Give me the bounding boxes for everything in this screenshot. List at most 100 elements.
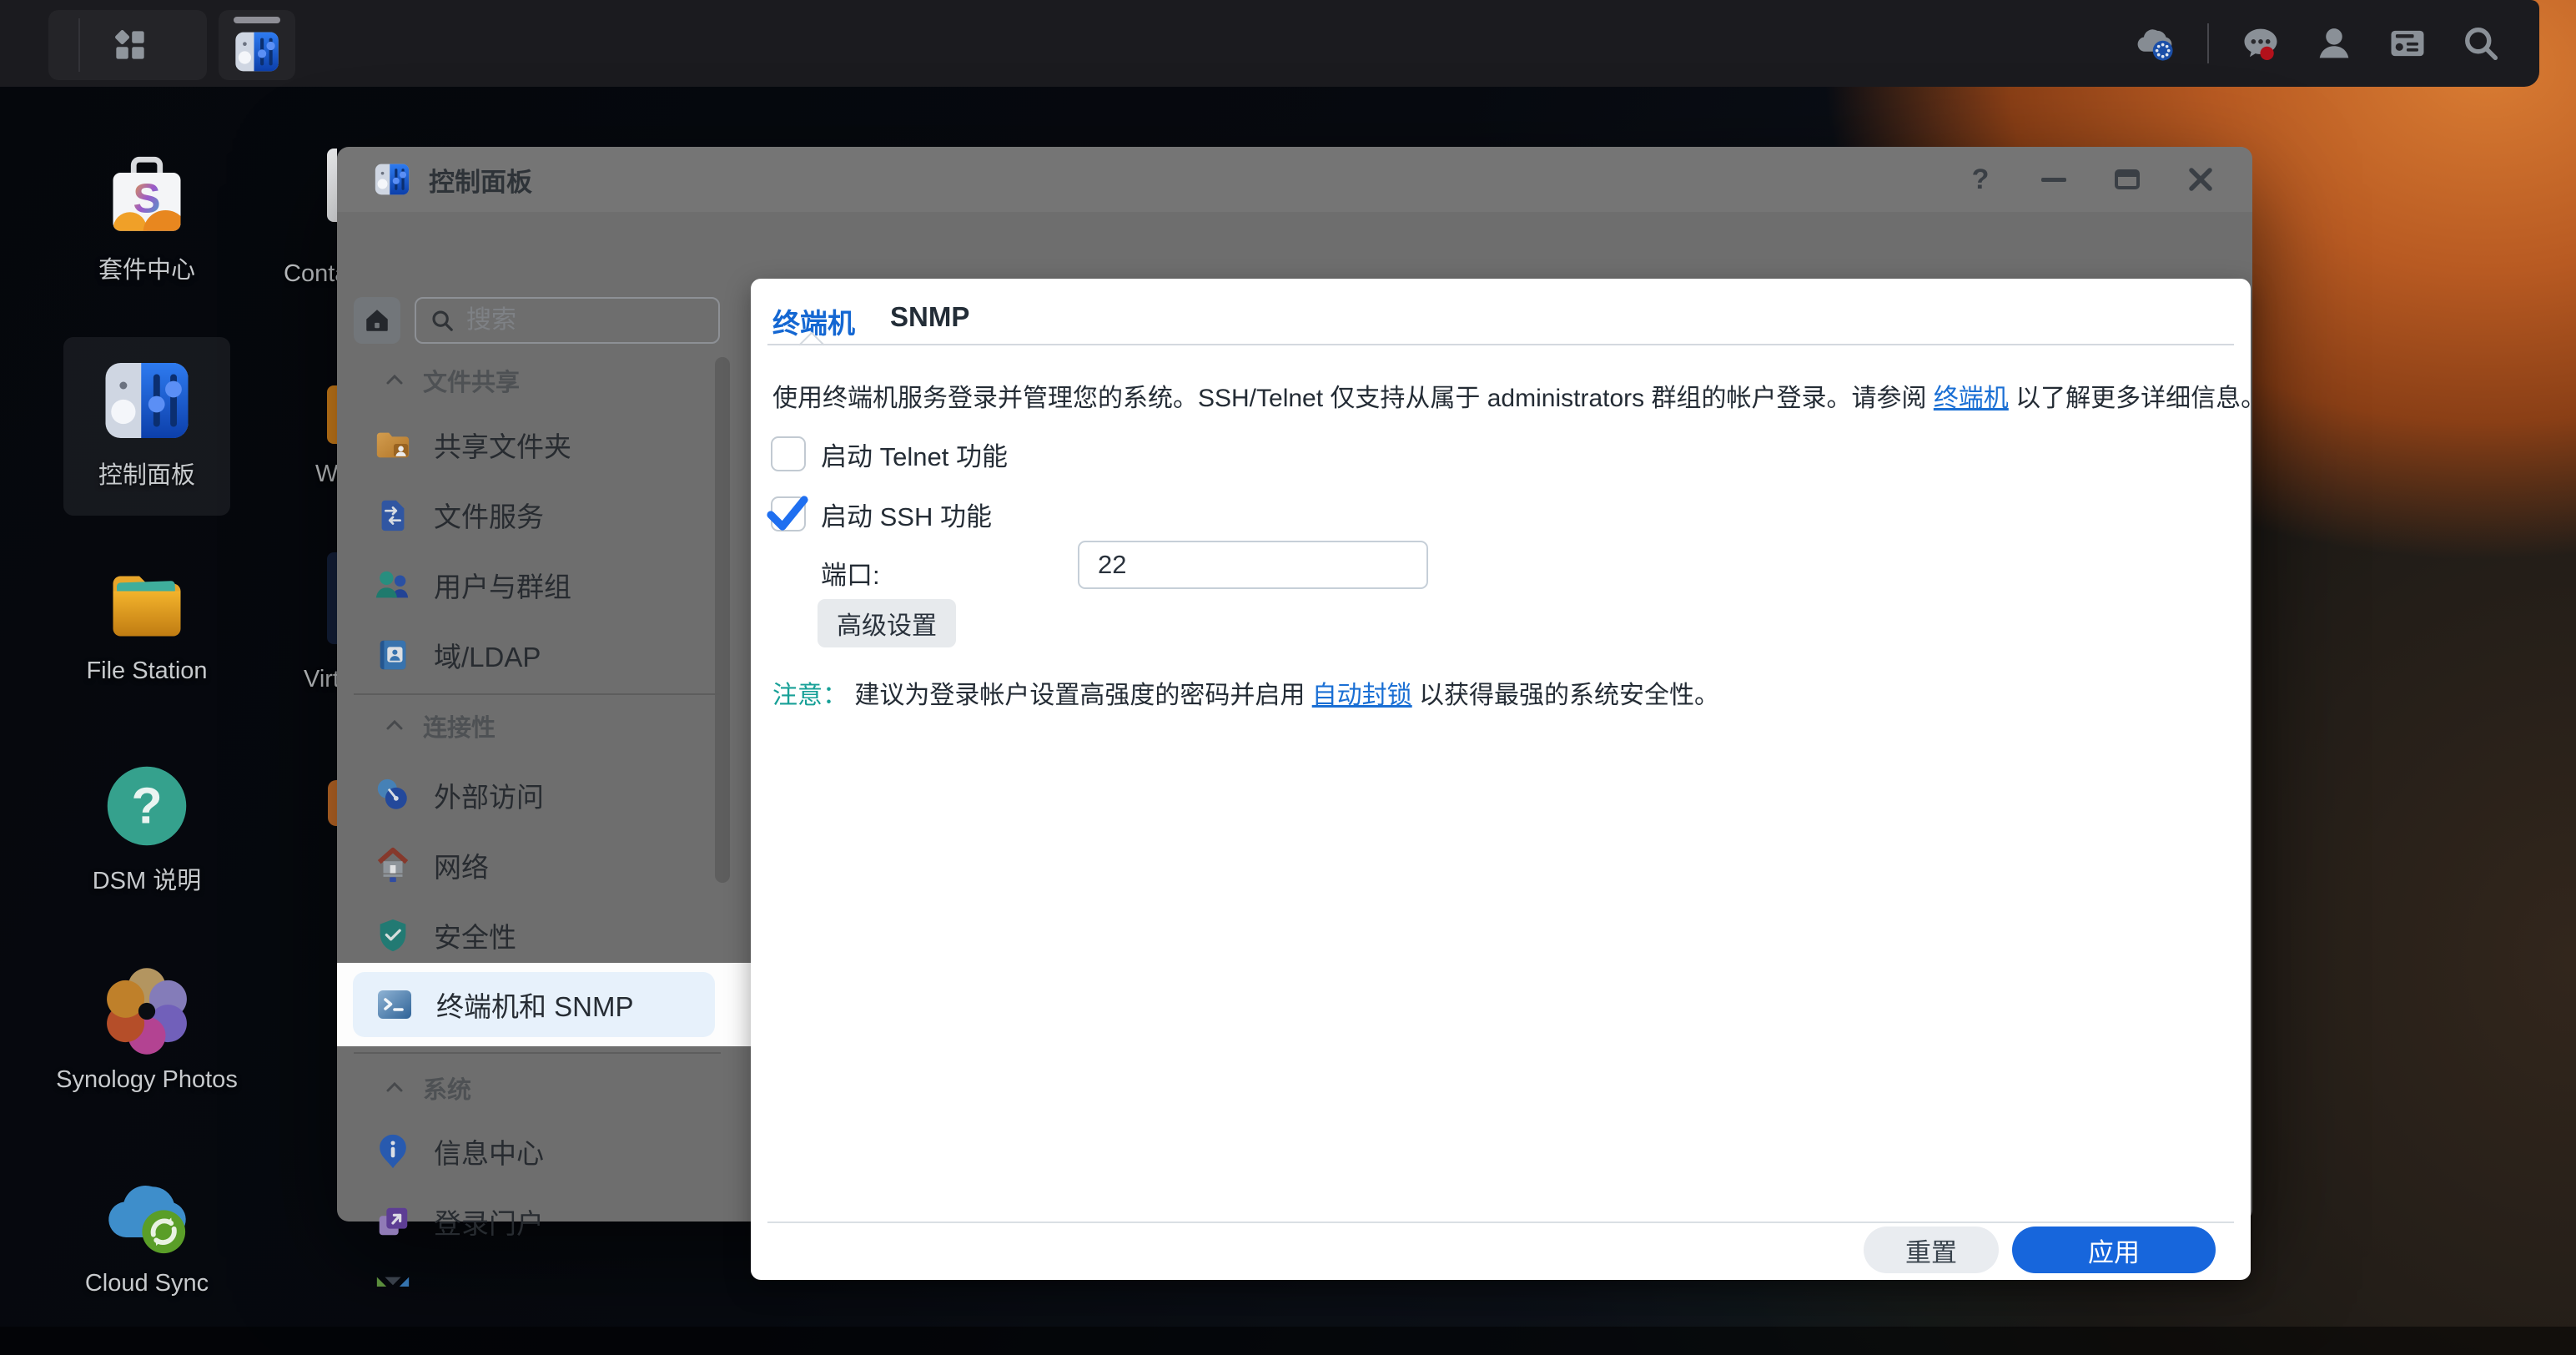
sidebar-section-file-sharing[interactable]: 文件共享 bbox=[337, 364, 751, 397]
ssh-checkbox-label: 启动 SSH 功能 bbox=[821, 496, 992, 533]
user-group-icon bbox=[374, 566, 412, 604]
dsm-help-icon: ? bbox=[102, 761, 192, 851]
taskbar-control-panel-button[interactable] bbox=[219, 10, 295, 80]
search-button[interactable] bbox=[2459, 22, 2503, 65]
footer-divider bbox=[767, 1222, 2234, 1223]
window-titlebar[interactable]: 控制面板 ? bbox=[337, 147, 2252, 212]
ssh-checkbox[interactable] bbox=[771, 496, 806, 531]
network-icon bbox=[374, 846, 412, 884]
desktop-icon-label-fragment: W bbox=[315, 461, 337, 488]
desktop-icon-package-center[interactable]: S 套件中心 bbox=[47, 150, 247, 285]
sidebar-divider bbox=[354, 1052, 721, 1054]
desktop-icon-control-panel[interactable]: 控制面板 bbox=[47, 355, 247, 491]
control-panel-window: 控制面板 ? bbox=[337, 147, 2252, 1222]
home-icon bbox=[363, 306, 391, 335]
desktop-screen: S 套件中心 控制面板 File Station ? DSM 说明 bbox=[0, 0, 2576, 1355]
sidebar-search bbox=[415, 297, 720, 344]
ssh-port-input[interactable] bbox=[1078, 541, 1428, 589]
sidebar-selected-band: 终端机和 SNMP bbox=[337, 963, 751, 1046]
taskbar bbox=[0, 0, 2539, 87]
tab-snmp[interactable]: SNMP bbox=[890, 301, 969, 341]
info-center-icon bbox=[374, 1132, 412, 1171]
telnet-checkbox-row: 启动 Telnet 功能 bbox=[771, 431, 1008, 477]
sidebar-item-info-center[interactable]: 信息中心 bbox=[337, 1128, 751, 1175]
file-station-icon bbox=[102, 557, 192, 647]
login-portal-icon bbox=[374, 1202, 412, 1241]
chevron-up-icon bbox=[385, 716, 405, 736]
desktop-icon-dsm-help[interactable]: ? DSM 说明 bbox=[47, 761, 247, 896]
terminal-help-link[interactable]: 终端机 bbox=[1934, 385, 2009, 412]
window-body: 文件共享 共享文件夹 bbox=[337, 212, 2252, 1222]
terminal-description: 使用终端机服务登录并管理您的系统。SSH/Telnet 仅支持从属于 admin… bbox=[772, 377, 2266, 414]
reset-button[interactable]: 重置 bbox=[1864, 1227, 1999, 1273]
window-title: 控制面板 bbox=[429, 161, 532, 199]
notification-badge bbox=[2260, 47, 2273, 60]
telnet-checkbox[interactable] bbox=[771, 436, 806, 471]
control-panel-sidebar: 文件共享 共享文件夹 bbox=[337, 277, 751, 1287]
tab-divider bbox=[767, 344, 2234, 345]
main-menu-button[interactable] bbox=[48, 10, 207, 80]
desktop-icon-file-station[interactable]: File Station bbox=[47, 557, 247, 685]
sidebar-item-terminal-snmp[interactable]: 终端机和 SNMP bbox=[353, 972, 715, 1037]
shared-folder-icon bbox=[374, 426, 412, 464]
sidebar-item-external-access[interactable]: 外部访问 bbox=[337, 772, 751, 819]
advanced-settings-button[interactable]: 高级设置 bbox=[818, 599, 956, 647]
sidebar-item-login-portal[interactable]: 登录门户 bbox=[337, 1198, 751, 1245]
svg-text:?: ? bbox=[131, 777, 162, 834]
desktop-icon-label: DSM 说明 bbox=[47, 861, 247, 896]
sidebar-item-network[interactable]: 网络 bbox=[337, 842, 751, 889]
desktop-icon-sliver bbox=[327, 385, 337, 444]
sidebar-item-user-group[interactable]: 用户与群组 bbox=[337, 562, 751, 608]
ssh-checkbox-row: 启动 SSH 功能 bbox=[771, 491, 992, 537]
chevron-up-icon bbox=[385, 370, 405, 390]
widgets-icon bbox=[2386, 19, 2429, 68]
tray-divider bbox=[2207, 23, 2209, 63]
sidebar-item-shared-folder[interactable]: 共享文件夹 bbox=[337, 421, 751, 468]
desktop-icon-label-fragment: Conta bbox=[284, 260, 340, 288]
content-panel: 终端机 SNMP 使用终端机服务登录并管理您的系统。SSH/Telnet 仅支持… bbox=[751, 279, 2251, 1280]
security-shield-icon bbox=[374, 916, 412, 955]
desktop-icon-label-fragment: Virt bbox=[304, 666, 337, 693]
sidebar-item-domain-ldap[interactable]: 域/LDAP bbox=[337, 632, 751, 678]
port-label: 端口: bbox=[821, 554, 880, 592]
domain-ldap-icon bbox=[374, 636, 412, 674]
chevron-up-icon bbox=[385, 1078, 405, 1098]
auto-block-link[interactable]: 自动封锁 bbox=[1312, 682, 1412, 709]
file-services-icon bbox=[374, 496, 412, 534]
apply-button[interactable]: 应用 bbox=[2012, 1227, 2216, 1273]
close-button[interactable] bbox=[2182, 161, 2219, 198]
notifications-button[interactable] bbox=[2239, 22, 2282, 65]
maximize-button[interactable] bbox=[2109, 161, 2146, 198]
maximize-icon bbox=[2115, 169, 2140, 189]
control-panel-icon bbox=[102, 355, 192, 446]
desktop-icon-cloud-sync[interactable]: Cloud Sync bbox=[47, 1170, 247, 1297]
help-button[interactable]: ? bbox=[1962, 161, 1999, 198]
home-button[interactable] bbox=[354, 297, 400, 344]
search-icon bbox=[430, 308, 455, 333]
widgets-button[interactable] bbox=[2386, 22, 2429, 65]
contacts-icon-sliver bbox=[327, 149, 337, 222]
control-panel-app-icon bbox=[234, 28, 280, 75]
desktop-icon-label: 控制面板 bbox=[47, 456, 247, 491]
desktop-icon-synology-photos[interactable]: Synology Photos bbox=[47, 966, 247, 1094]
minimize-icon bbox=[2041, 178, 2066, 182]
sidebar-section-system[interactable]: 系统 bbox=[337, 1071, 751, 1105]
user-icon bbox=[2312, 21, 2356, 66]
desktop-icon-label: Synology Photos bbox=[47, 1066, 247, 1094]
sidebar-item-partial[interactable] bbox=[337, 1267, 751, 1287]
minimize-button[interactable] bbox=[2035, 161, 2072, 198]
search-input[interactable] bbox=[466, 306, 667, 335]
package-center-icon: S bbox=[102, 150, 192, 240]
sidebar-divider bbox=[354, 693, 721, 695]
cloud-sync-icon bbox=[102, 1170, 192, 1260]
sidebar-section-connectivity[interactable]: 连接性 bbox=[337, 709, 751, 743]
desktop-icon-label: Cloud Sync bbox=[47, 1270, 247, 1297]
checkmark-icon bbox=[766, 493, 809, 535]
sidebar-item-file-services[interactable]: 文件服务 bbox=[337, 491, 751, 538]
taskbar-tray bbox=[2134, 0, 2503, 87]
user-menu-button[interactable] bbox=[2312, 22, 2356, 65]
weather-widget-button[interactable] bbox=[2134, 22, 2177, 65]
search-icon bbox=[2459, 20, 2503, 67]
sidebar-item-security[interactable]: 安全性 bbox=[337, 912, 751, 959]
apps-grid-icon bbox=[113, 28, 147, 62]
